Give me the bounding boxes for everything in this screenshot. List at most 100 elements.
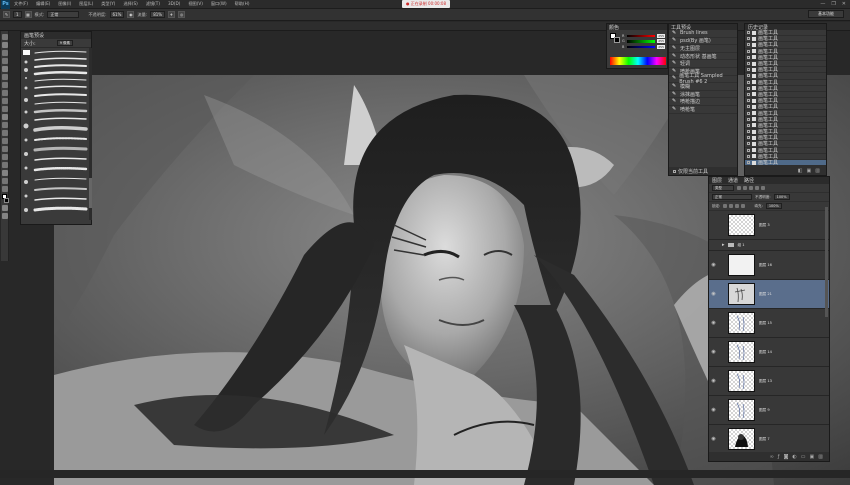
- menu-item[interactable]: 选择(S): [119, 1, 141, 7]
- visibility-eye-icon[interactable]: ◉: [709, 291, 718, 297]
- clone-stamp-tool-icon[interactable]: [1, 98, 8, 104]
- layer-row[interactable]: ◉ 图层 7: [709, 425, 829, 454]
- restore-icon[interactable]: ❐: [831, 1, 835, 7]
- menu-item[interactable]: 类型(Y): [97, 1, 119, 7]
- brush-panel-toggle-icon[interactable]: ▦: [24, 11, 32, 18]
- mode-select[interactable]: 正常: [47, 11, 80, 18]
- layers-panel-tab[interactable]: 通道: [728, 177, 738, 184]
- color-channel-value[interactable]: 255: [657, 44, 665, 49]
- brush-stroke-list[interactable]: [21, 48, 93, 220]
- pen-tool-icon[interactable]: [1, 146, 8, 152]
- layer-row[interactable]: ◉ 图层 15: [709, 309, 829, 338]
- lock-position-icon[interactable]: [735, 204, 740, 208]
- quick-select-tool-icon[interactable]: [1, 58, 8, 64]
- hand-tool-icon[interactable]: [1, 178, 8, 184]
- layer-row[interactable]: ◉ 图层 16: [709, 251, 829, 280]
- zoom-tool-icon[interactable]: [1, 186, 8, 192]
- new-layer-icon[interactable]: ▣: [810, 454, 815, 460]
- move-tool-icon[interactable]: [1, 34, 8, 40]
- menu-item[interactable]: 视图(V): [184, 1, 207, 7]
- layers-panel-tab[interactable]: 图层: [712, 177, 722, 184]
- dodge-tool-icon[interactable]: [1, 138, 8, 144]
- background-color-swatch[interactable]: [4, 198, 9, 203]
- history-brush-source-checkbox[interactable]: [747, 86, 750, 90]
- type-tool-icon[interactable]: [1, 154, 8, 160]
- history-brush-source-checkbox[interactable]: [747, 43, 750, 47]
- history-brush-source-checkbox[interactable]: [747, 37, 750, 41]
- history-brush-source-checkbox[interactable]: [747, 123, 750, 127]
- smart-object-filter-icon[interactable]: [761, 186, 765, 190]
- brush-size-picker[interactable]: 1: [13, 11, 22, 18]
- eraser-tool-icon[interactable]: [1, 114, 8, 120]
- history-brush-source-checkbox[interactable]: [747, 130, 750, 134]
- layer-row[interactable]: ◉ 图层 9: [709, 396, 829, 425]
- delete-layer-icon[interactable]: ▥: [818, 454, 823, 460]
- shape-filter-icon[interactable]: [755, 186, 759, 190]
- color-channel-value[interactable]: 255: [657, 33, 665, 38]
- color-channel-slider[interactable]: [627, 45, 655, 48]
- close-icon[interactable]: ✕: [842, 1, 846, 7]
- history-brush-source-checkbox[interactable]: [747, 148, 750, 152]
- quick-mask-icon[interactable]: [1, 205, 8, 211]
- history-brush-source-checkbox[interactable]: [747, 68, 750, 72]
- adjustment-layer-icon[interactable]: ◐: [792, 454, 796, 460]
- flow-input[interactable]: 81%: [150, 11, 166, 18]
- minimize-icon[interactable]: —: [820, 1, 825, 7]
- lock-transparency-icon[interactable]: [723, 204, 728, 208]
- visibility-eye-icon[interactable]: ◉: [709, 349, 718, 355]
- menu-item[interactable]: 帮助(H): [231, 1, 254, 7]
- layer-style-icon[interactable]: ƒ: [778, 454, 780, 460]
- history-brush-tool-icon[interactable]: [1, 106, 8, 112]
- visibility-eye-icon[interactable]: ◉: [709, 436, 718, 442]
- history-brush-source-checkbox[interactable]: [747, 31, 750, 35]
- layer-filter-select[interactable]: 类型: [712, 185, 734, 191]
- link-layers-icon[interactable]: ∞: [770, 454, 774, 460]
- crop-tool-icon[interactable]: [1, 66, 8, 72]
- opacity-input[interactable]: 61%: [109, 11, 125, 18]
- new-group-icon[interactable]: ▭: [801, 454, 806, 460]
- trash-icon[interactable]: ▥: [815, 168, 820, 174]
- blend-mode-select[interactable]: 正常: [712, 194, 752, 200]
- new-snapshot-icon[interactable]: ◧: [798, 168, 803, 174]
- shape-tool-icon[interactable]: [1, 170, 8, 176]
- lock-all-icon[interactable]: [741, 204, 746, 208]
- path-select-tool-icon[interactable]: [1, 162, 8, 168]
- history-brush-source-checkbox[interactable]: [747, 154, 750, 158]
- add-mask-icon[interactable]: ◙: [784, 454, 789, 460]
- history-brush-source-checkbox[interactable]: [747, 49, 750, 53]
- color-channel-slider[interactable]: [627, 40, 655, 43]
- layer-row[interactable]: ◉ 图层 21: [709, 280, 829, 309]
- menu-item[interactable]: 文件(F): [10, 1, 32, 7]
- menu-item[interactable]: 图层(L): [75, 1, 97, 7]
- screen-mode-icon[interactable]: [1, 213, 8, 219]
- marquee-tool-icon[interactable]: [1, 42, 8, 48]
- color-spectrum-ramp[interactable]: [610, 57, 666, 65]
- brush-size-value[interactable]: 9 像素: [56, 40, 74, 46]
- brush-tool-icon[interactable]: [1, 90, 8, 96]
- visibility-eye-icon[interactable]: ◉: [709, 378, 718, 384]
- adjustment-filter-icon[interactable]: [743, 186, 747, 190]
- camera-icon[interactable]: ▣: [807, 168, 812, 174]
- lasso-tool-icon[interactable]: [1, 50, 8, 56]
- layer-opacity-input[interactable]: 100%: [773, 194, 790, 200]
- layer-row[interactable]: ◉ 图层 13: [709, 367, 829, 396]
- history-brush-source-checkbox[interactable]: [747, 111, 750, 115]
- current-tool-only-checkbox[interactable]: [673, 169, 676, 173]
- healing-brush-tool-icon[interactable]: [1, 82, 8, 88]
- gradient-tool-icon[interactable]: [1, 122, 8, 128]
- history-brush-source-checkbox[interactable]: [747, 99, 750, 103]
- pressure-size-icon[interactable]: ◎: [178, 11, 186, 18]
- color-channel-slider[interactable]: [627, 34, 655, 37]
- layer-group-row[interactable]: ▸ 组 1: [709, 240, 829, 251]
- history-brush-source-checkbox[interactable]: [747, 55, 750, 59]
- pixel-filter-icon[interactable]: [737, 186, 741, 190]
- history-brush-source-checkbox[interactable]: [747, 92, 750, 96]
- brush-presets-tab[interactable]: 画笔预设: [21, 32, 91, 39]
- airbrush-icon[interactable]: ✈: [168, 11, 176, 18]
- history-brush-source-checkbox[interactable]: [747, 161, 750, 165]
- menu-item[interactable]: 编辑(E): [32, 1, 54, 7]
- visibility-eye-icon[interactable]: ◉: [709, 407, 718, 413]
- menu-item[interactable]: 3D(D): [164, 1, 184, 7]
- history-brush-source-checkbox[interactable]: [747, 62, 750, 66]
- workspace-select[interactable]: 基本功能: [808, 10, 844, 18]
